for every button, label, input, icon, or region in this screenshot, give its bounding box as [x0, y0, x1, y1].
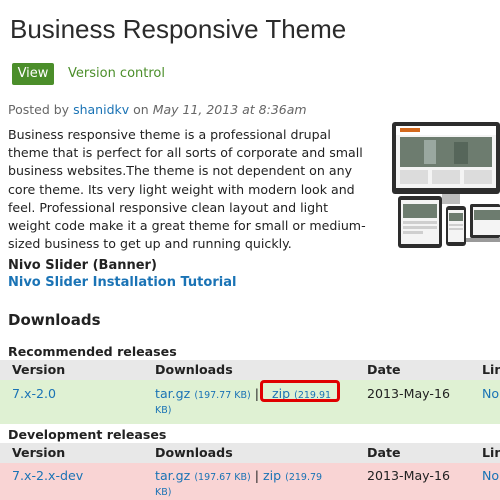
on-label: on [133, 102, 149, 117]
download-separator: | [254, 468, 259, 483]
column-header-links: Lin [482, 362, 500, 377]
release-date: 2013-May-16 [367, 468, 450, 483]
nivo-tutorial-link[interactable]: Nivo Slider Installation Tutorial [8, 275, 236, 290]
recommended-releases-heading: Recommended releases [8, 344, 177, 359]
targz-size: (197.67 KB) [194, 472, 251, 483]
author-link[interactable]: shanidkv [73, 102, 129, 117]
page-title: Business Responsive Theme [10, 14, 347, 44]
posted-by-label: Posted by [8, 102, 70, 117]
targz-size: (197.77 KB) [194, 390, 251, 401]
column-header-version: Version [12, 362, 66, 377]
column-header-downloads: Downloads [155, 362, 233, 377]
post-meta: Posted by shanidkv on May 11, 2013 at 8:… [8, 102, 307, 117]
download-targz: tar.gz (197.67 KB) | zip (219.79 [155, 468, 322, 483]
development-table-header: Version Downloads Date Lin [0, 443, 500, 463]
tab-version-control[interactable]: Version control [68, 63, 165, 85]
table-row: 7.x-2.x-dev tar.gz (197.67 KB) | zip (21… [0, 463, 500, 500]
zip-highlight-box [260, 380, 340, 402]
release-notes-link[interactable]: No [482, 386, 499, 401]
column-header-date: Date [367, 445, 401, 460]
recommended-table-header: Version Downloads Date Lin [0, 360, 500, 380]
theme-description: Business responsive theme is a professio… [8, 127, 366, 252]
release-version-link[interactable]: 7.x-2.0 [12, 386, 56, 401]
tab-view[interactable]: View [12, 63, 54, 85]
targz-link[interactable]: tar.gz [155, 468, 190, 483]
release-date: 2013-May-16 [367, 386, 450, 401]
development-releases-heading: Development releases [8, 427, 167, 442]
downloads-heading: Downloads [8, 311, 101, 329]
download-targz: tar.gz (197.77 KB) | [155, 386, 259, 401]
zip-size-continuation: KB) [155, 487, 172, 498]
zip-size: (219.79 [285, 472, 323, 483]
targz-link[interactable]: tar.gz [155, 386, 190, 401]
release-notes-link[interactable]: No [482, 468, 499, 483]
theme-screenshot-image [392, 122, 500, 248]
column-header-links: Lin [482, 445, 500, 460]
nivo-heading: Nivo Slider (Banner) [8, 258, 157, 273]
column-header-date: Date [367, 362, 401, 377]
zip-size-continuation: KB) [155, 405, 172, 416]
post-date: May 11, 2013 at 8:36am [152, 102, 307, 117]
column-header-downloads: Downloads [155, 445, 233, 460]
zip-link[interactable]: zip [263, 468, 281, 483]
table-row: 7.x-2.0 tar.gz (197.77 KB) | zip (219.91… [0, 380, 500, 424]
download-separator: | [254, 386, 259, 401]
release-version-link[interactable]: 7.x-2.x-dev [12, 468, 83, 483]
column-header-version: Version [12, 445, 66, 460]
